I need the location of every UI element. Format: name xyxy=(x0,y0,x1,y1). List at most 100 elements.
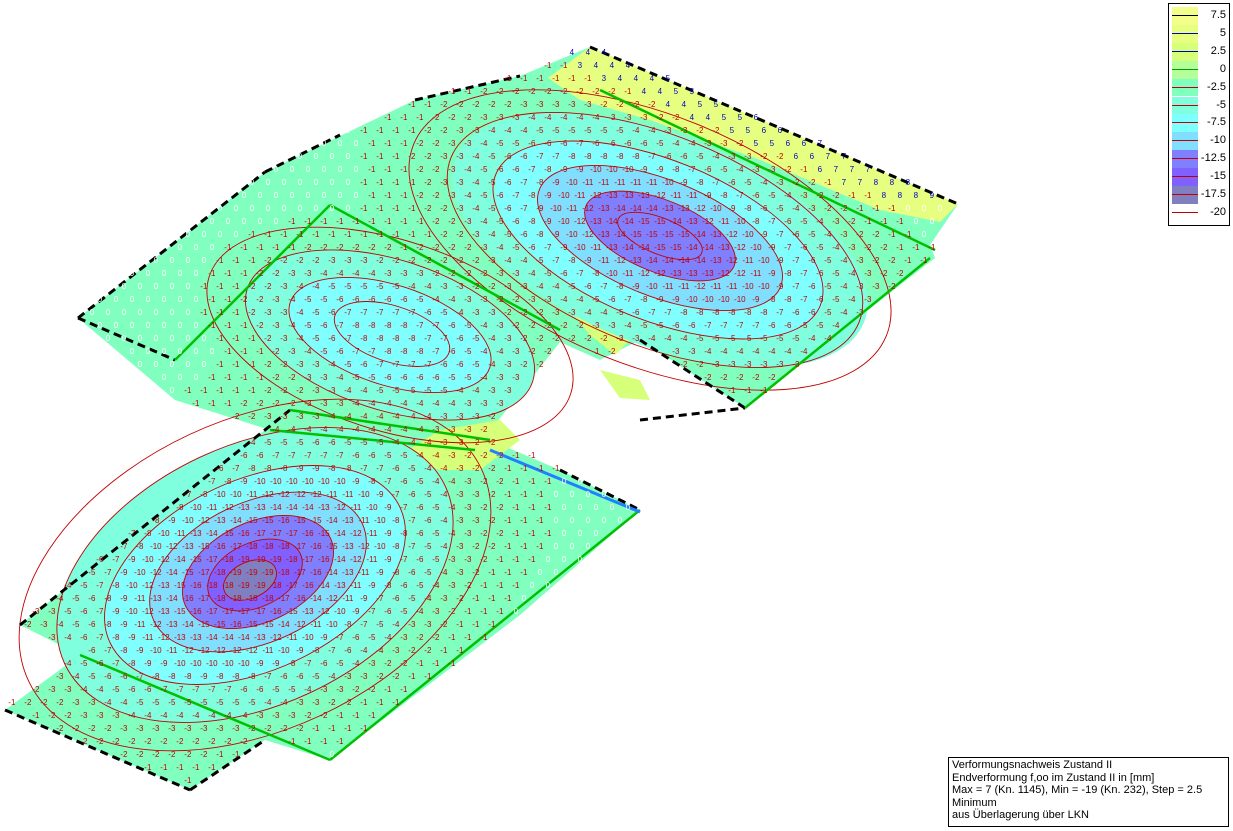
node-value: -7 xyxy=(208,685,216,694)
node-value: -1 xyxy=(512,581,520,590)
node-value: -2 xyxy=(272,269,280,278)
node-value: -3 xyxy=(496,373,504,382)
node-value: -9 xyxy=(768,243,776,252)
node-value: -1 xyxy=(520,516,528,525)
node-value: -7 xyxy=(432,321,440,330)
node-value: -8 xyxy=(592,269,600,278)
node-value: -11 xyxy=(350,581,362,590)
node-value: 0 xyxy=(266,204,271,213)
node-value: 3 xyxy=(578,61,583,70)
node-value: -1 xyxy=(888,230,896,239)
legend-line xyxy=(1172,104,1198,106)
node-value: -9 xyxy=(376,568,384,577)
node-value: -2 xyxy=(608,87,616,96)
node-value: 0 xyxy=(202,360,207,369)
node-value: -16 xyxy=(270,607,282,616)
node-value: -7 xyxy=(112,555,120,564)
node-value: -7 xyxy=(688,165,696,174)
node-value: -1 xyxy=(496,555,504,564)
node-value: -2 xyxy=(528,321,536,330)
node-value: -2 xyxy=(24,620,32,629)
node-value: -10 xyxy=(646,282,658,291)
node-value: -5 xyxy=(464,373,472,382)
node-value: -5 xyxy=(376,620,384,629)
node-value: -5 xyxy=(368,373,376,382)
node-value: -5 xyxy=(592,295,600,304)
node-value: -4 xyxy=(432,295,440,304)
node-value: -12 xyxy=(694,282,706,291)
node-value: -6 xyxy=(216,464,224,473)
node-value: -6 xyxy=(768,321,776,330)
node-value: -3 xyxy=(448,139,456,148)
node-value: -8 xyxy=(744,204,752,213)
node-value: 7 xyxy=(842,152,847,161)
node-value: -3 xyxy=(568,100,576,109)
node-value: -3 xyxy=(776,360,784,369)
node-value: 8 xyxy=(906,178,911,187)
node-value: -11 xyxy=(262,646,274,655)
node-value: -1 xyxy=(408,672,416,681)
node-value: -6 xyxy=(352,633,360,642)
node-value: -6 xyxy=(592,139,600,148)
node-value: -7 xyxy=(416,321,424,330)
node-value: -11 xyxy=(686,191,698,200)
node-value: -2 xyxy=(280,386,288,395)
node-value: -4 xyxy=(416,425,424,434)
node-value: -3 xyxy=(456,568,464,577)
node-value: -9 xyxy=(256,659,264,668)
node-value: -2 xyxy=(264,282,272,291)
node-value: -14 xyxy=(222,633,234,642)
node-value: -11 xyxy=(366,529,378,538)
node-value: -2 xyxy=(192,737,200,746)
node-value: -1 xyxy=(520,490,528,499)
node-value: 0 xyxy=(922,230,927,239)
node-value: -7 xyxy=(400,503,408,512)
node-value: -3 xyxy=(792,360,800,369)
node-value: -7 xyxy=(336,451,344,460)
node-value: -4 xyxy=(560,113,568,122)
node-value: -4 xyxy=(432,451,440,460)
node-value: -1 xyxy=(224,347,232,356)
node-value: -10 xyxy=(126,581,138,590)
node-value: -5 xyxy=(432,529,440,538)
node-value: -9 xyxy=(640,165,648,174)
node-value: -6 xyxy=(560,269,568,278)
node-value: -5 xyxy=(280,438,288,447)
node-value: -5 xyxy=(64,607,72,616)
node-value: -2 xyxy=(720,373,728,382)
node-value: -1 xyxy=(376,230,384,239)
node-value: -2 xyxy=(488,100,496,109)
node-value: -5 xyxy=(312,672,320,681)
node-value: -2 xyxy=(448,217,456,226)
node-value: -1 xyxy=(208,321,216,330)
node-value: -2 xyxy=(440,204,448,213)
node-value: -3 xyxy=(704,139,712,148)
node-value: -10 xyxy=(558,191,570,200)
node-value: -2 xyxy=(528,87,536,96)
node-value: -1 xyxy=(408,230,416,239)
node-value: -15 xyxy=(318,529,330,538)
node-value: -3 xyxy=(184,724,192,733)
node-value: -4 xyxy=(408,412,416,421)
node-value: -2 xyxy=(888,282,896,291)
node-value: 0 xyxy=(554,542,559,551)
node-value: -7 xyxy=(376,308,384,317)
node-value: -7 xyxy=(392,490,400,499)
node-value: -1 xyxy=(400,685,408,694)
node-value: -3 xyxy=(680,126,688,135)
node-value: -2 xyxy=(880,269,888,278)
node-value: -13 xyxy=(214,516,226,525)
node-value: -1 xyxy=(512,503,520,512)
node-value: -2 xyxy=(896,269,904,278)
node-value: -15 xyxy=(654,217,666,226)
node-value: -8 xyxy=(400,321,408,330)
node-value: 5 xyxy=(674,87,679,96)
node-value: -7 xyxy=(272,451,280,460)
node-value: -4 xyxy=(736,347,744,356)
node-value: -7 xyxy=(752,321,760,330)
node-value: -2 xyxy=(56,698,64,707)
node-value: 0 xyxy=(218,230,223,239)
node-value: -17 xyxy=(270,529,282,538)
node-value: -2 xyxy=(768,373,776,382)
node-value: -5 xyxy=(376,386,384,395)
